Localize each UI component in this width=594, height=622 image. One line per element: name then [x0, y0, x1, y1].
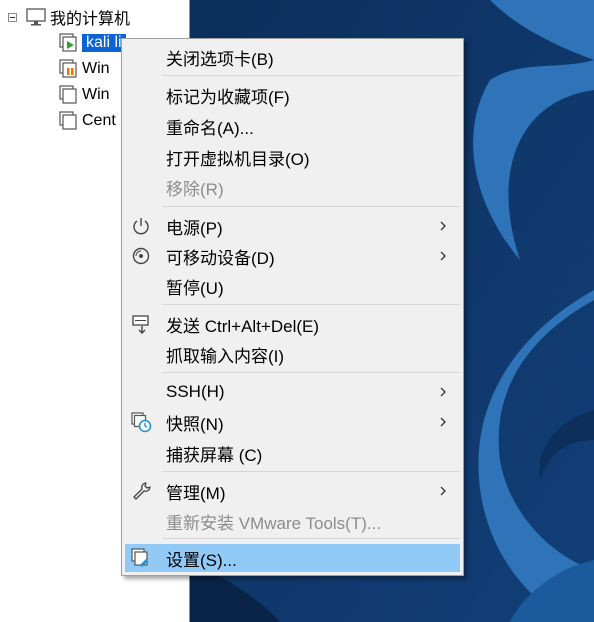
menu-separator: [162, 471, 460, 472]
menu-item-mark-favorite[interactable]: 标记为收藏项(F): [125, 81, 460, 109]
menu-item-settings[interactable]: 设置(S)...: [125, 544, 460, 572]
tree-item-label: Win: [82, 60, 110, 77]
menu-item-label: 快照(N): [166, 414, 224, 434]
menu-item-removable-devices[interactable]: 可移动设备(D): [125, 242, 460, 270]
submenu-arrow-icon: [436, 484, 450, 498]
snapshot-clock-icon: [130, 411, 152, 433]
menu-separator: [162, 75, 460, 76]
menu-item-label: 发送 Ctrl+Alt+Del(E): [166, 316, 320, 336]
menu-item-label: 电源(P): [166, 218, 223, 238]
menu-item-label: 管理(M): [166, 483, 226, 503]
menu-item-label: 重命名(A)...: [166, 118, 254, 138]
menu-item-remove: 移除(R): [125, 173, 460, 201]
vm-settings-icon: [130, 547, 152, 569]
vm-icon: [57, 110, 79, 132]
wrench-icon: [130, 480, 152, 502]
menu-item-label: 标记为收藏项(F): [166, 87, 290, 107]
computer-icon: [25, 6, 47, 28]
menu-item-label: 打开虚拟机目录(O): [166, 149, 310, 169]
menu-item-pause[interactable]: 暂停(U): [125, 272, 460, 300]
tree-item-label: kali li: [82, 34, 126, 52]
disc-icon: [130, 245, 152, 267]
menu-separator: [162, 206, 460, 207]
menu-item-grab-input[interactable]: 抓取输入内容(I): [125, 340, 460, 368]
collapse-toggle-icon[interactable]: [8, 12, 17, 22]
menu-item-snapshot[interactable]: 快照(N): [125, 408, 460, 436]
menu-item-label: 抓取输入内容(I): [166, 346, 285, 366]
power-icon: [130, 215, 152, 237]
tree-item-vm[interactable]: Cent: [57, 110, 116, 132]
menu-item-power[interactable]: 电源(P): [125, 212, 460, 240]
submenu-arrow-icon: [436, 249, 450, 263]
menu-item-manage[interactable]: 管理(M): [125, 477, 460, 505]
tree-item-label: Win: [82, 86, 110, 103]
submenu-arrow-icon: [436, 385, 450, 399]
menu-item-open-vm-directory[interactable]: 打开虚拟机目录(O): [125, 143, 460, 171]
menu-separator: [162, 304, 460, 305]
menu-separator: [162, 372, 460, 373]
tree-root-label: 我的计算机: [50, 11, 131, 28]
menu-item-close-tab[interactable]: 关闭选项卡(B): [125, 43, 460, 71]
vm-running-icon: [57, 32, 79, 54]
menu-item-capture-screen[interactable]: 捕获屏幕 (C): [125, 439, 460, 467]
tree-item-vm[interactable]: kali li: [57, 32, 126, 54]
menu-item-label: SSH(H): [166, 382, 225, 401]
menu-separator: [162, 538, 460, 539]
menu-item-label: 移除(R): [166, 179, 224, 199]
menu-item-rename[interactable]: 重命名(A)...: [125, 112, 460, 140]
menu-item-label: 暂停(U): [166, 278, 224, 298]
vm-suspended-icon: [57, 58, 79, 80]
menu-item-send-ctrl-alt-del[interactable]: 发送 Ctrl+Alt+Del(E): [125, 310, 460, 338]
menu-item-label: 可移动设备(D): [166, 248, 275, 268]
vm-icon: [57, 84, 79, 106]
menu-item-label: 设置(S)...: [166, 550, 237, 570]
menu-item-label: 捕获屏幕 (C): [166, 445, 263, 465]
tree-item-vm[interactable]: Win: [57, 84, 110, 106]
submenu-arrow-icon: [436, 219, 450, 233]
keyboard-send-icon: [130, 313, 152, 335]
submenu-arrow-icon: [436, 415, 450, 429]
context-menu[interactable]: 关闭选项卡(B) 标记为收藏项(F) 重命名(A)... 打开虚拟机目录(O) …: [121, 38, 464, 576]
menu-item-label: 关闭选项卡(B): [166, 49, 274, 69]
tree-item-vm[interactable]: Win: [57, 58, 110, 80]
tree-root-my-computer[interactable]: 我的计算机: [8, 6, 130, 28]
menu-item-ssh[interactable]: SSH(H): [125, 378, 460, 406]
tree-item-label: Cent: [82, 112, 116, 129]
menu-item-label: 重新安装 VMware Tools(T)...: [166, 513, 382, 533]
menu-item-reinstall-vmware-tools: 重新安装 VMware Tools(T)...: [125, 507, 460, 535]
